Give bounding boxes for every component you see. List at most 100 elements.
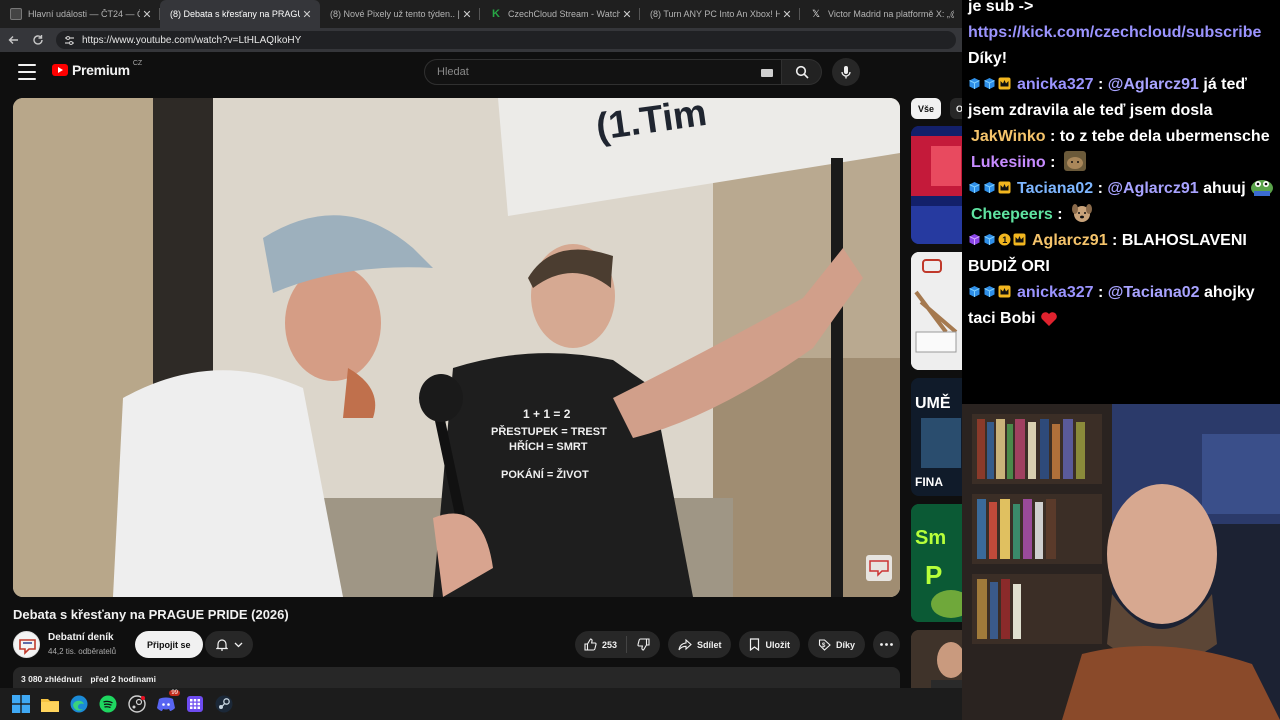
recommended-thumbnail[interactable]	[911, 630, 962, 688]
heart-emote-icon	[1040, 310, 1062, 330]
posted-time: před 2 hodinami	[90, 674, 156, 684]
tab-pixely[interactable]: ▶ (8) Nové Pixely už tento týden.. | P ✕	[320, 0, 480, 28]
chat-username[interactable]: Taciana02	[1017, 180, 1093, 197]
chat-text: Díky!	[968, 50, 1008, 67]
reload-icon[interactable]	[26, 28, 50, 52]
channel-name[interactable]: Debatní deník	[48, 632, 114, 643]
spotify-icon[interactable]	[98, 694, 118, 714]
cube-badge-icon	[983, 229, 996, 245]
coin-badge-icon: 1	[998, 229, 1011, 246]
chat-username[interactable]: JakWinko	[971, 128, 1046, 145]
discord-icon[interactable]: 99	[156, 690, 180, 714]
chip-all[interactable]: Vše	[911, 98, 942, 119]
notifications-button[interactable]	[205, 631, 253, 658]
svg-text:P: P	[925, 560, 942, 590]
calendar-app-icon[interactable]	[185, 694, 205, 714]
chat-mention[interactable]: @Aglarcz91	[1108, 76, 1199, 93]
voice-search-button[interactable]	[832, 58, 860, 86]
back-icon[interactable]	[2, 28, 26, 52]
thanks-button[interactable]: $ Díky	[807, 631, 865, 658]
video-actions: 253 Sdílet Uložit $ Díky	[574, 631, 900, 658]
tab-close-icon[interactable]: ✕	[780, 8, 794, 21]
more-actions-button[interactable]	[873, 631, 900, 658]
chat-mention[interactable]: @Aglarcz91	[1107, 180, 1198, 197]
chevron-down-icon	[234, 642, 242, 647]
windows-start-icon[interactable]	[11, 694, 31, 714]
cube-badge-icon	[968, 281, 981, 297]
chat-line: Taciana02 : @Aglarcz91 ahuuj	[968, 176, 1274, 202]
menu-icon[interactable]	[18, 64, 36, 80]
recommended-thumbnail[interactable]: UMĚ FINA	[911, 378, 962, 496]
chat-mention[interactable]: @Taciana02	[1108, 284, 1200, 301]
more-horizontal-icon	[880, 643, 893, 646]
share-icon	[678, 638, 692, 650]
video-player[interactable]: (1.Tim 1 + 1 = 2 PŘESTUPEK = TREST HŘÍCH…	[13, 98, 900, 597]
steam-icon[interactable]	[214, 694, 234, 714]
url-input[interactable]: https://www.youtube.com/watch?v=LtHLAQIk…	[56, 31, 956, 49]
tab-debata[interactable]: ▶ (8) Debata s křesťany na PRAGUE ✕	[160, 0, 320, 28]
chat-username[interactable]: Cheepeers	[971, 206, 1053, 223]
crown-badge-icon	[998, 73, 1011, 90]
chat-username[interactable]: anicka327	[1017, 76, 1094, 93]
recommended-thumbnail[interactable]	[911, 252, 962, 370]
keyboard-icon[interactable]	[761, 69, 773, 77]
chat-line: anicka327 : @Aglarcz91 já teď jsem zdrav…	[968, 72, 1274, 124]
chat-line: Díky!	[968, 46, 1274, 72]
chat-username[interactable]: Lukesiino	[971, 154, 1046, 171]
chat-messages: je sub -> https://kick.com/czechcloud/sub…	[968, 0, 1274, 332]
recommended-thumbnail[interactable]: Sm P	[911, 504, 962, 622]
cube-badge-icon	[983, 281, 996, 297]
tab-close-icon[interactable]: ✕	[460, 8, 474, 21]
screen: Hlavní události — ČT24 — Česká t ✕ ▶ (8)…	[0, 0, 1280, 720]
youtube-logo[interactable]: Premium CZ	[52, 59, 143, 78]
tab-czechcloud[interactable]: K CzechCloud Stream - Watch Live o ✕	[480, 0, 640, 28]
frog-emote-icon	[1250, 177, 1273, 197]
chip-second[interactable]: O	[950, 98, 962, 119]
shirt-line-3: HŘÍCH = SMRT	[509, 440, 588, 453]
address-bar: https://www.youtube.com/watch?v=LtHLAQIk…	[0, 28, 962, 52]
chat-link[interactable]: https://kick.com/czechcloud/subscribe	[968, 24, 1261, 41]
edge-icon[interactable]	[69, 694, 89, 714]
x-icon: 𝕏	[811, 8, 821, 20]
video-title: Debata s křesťany na PRAGUE PRIDE (2026)	[13, 607, 289, 622]
chat-text: je sub ->	[968, 0, 1034, 15]
recommended-thumbnail[interactable]	[911, 126, 962, 244]
share-label: Sdílet	[696, 639, 722, 650]
bell-icon	[215, 639, 228, 651]
url-text: https://www.youtube.com/watch?v=LtHLAQIk…	[82, 34, 302, 46]
svg-text:1: 1	[1002, 235, 1007, 245]
region-code: CZ	[132, 59, 143, 67]
tab-close-icon[interactable]: ✕	[300, 8, 314, 21]
tab-title: Victor Madrid na platformě X: „@	[828, 9, 954, 19]
tab-ct24[interactable]: Hlavní události — ČT24 — Česká t ✕	[0, 0, 160, 28]
shirt-line-2: PŘESTUPEK = TREST	[491, 425, 607, 438]
tab-close-icon[interactable]: ✕	[140, 8, 154, 21]
cat-emote-icon	[1063, 151, 1086, 171]
chat-line: anicka327 : @Taciana02 ahojky taci Bobi	[968, 280, 1274, 332]
site-settings-icon[interactable]	[64, 34, 76, 46]
share-button[interactable]: Sdílet	[667, 631, 732, 658]
chat-username[interactable]: anicka327	[1017, 284, 1094, 301]
join-button[interactable]: Připojit se	[135, 631, 203, 658]
save-button[interactable]: Uložit	[739, 631, 800, 658]
chat-username[interactable]: Aglarcz91	[1032, 232, 1108, 249]
logo-text: Premium	[72, 62, 130, 78]
streamer-webcam	[962, 404, 1280, 720]
chat-message-text: to z tebe dela ubermensche	[1059, 128, 1270, 145]
tab-title: (8) Debata s křesťany na PRAGUE	[170, 9, 300, 19]
cube-badge-icon	[968, 177, 981, 193]
dislike-button[interactable]	[627, 638, 660, 651]
tab-title: CzechCloud Stream - Watch Live o	[508, 9, 620, 19]
file-explorer-icon[interactable]	[40, 694, 60, 714]
tab-x[interactable]: 𝕏 Victor Madrid na platformě X: „@	[800, 0, 960, 28]
channel-avatar[interactable]	[13, 631, 40, 658]
search-button[interactable]	[782, 59, 822, 85]
tab-xbox[interactable]: ▶ (8) Turn ANY PC Into An Xbox! HU ✕	[640, 0, 800, 28]
search-input[interactable]	[437, 66, 737, 78]
description-box[interactable]: 3 080 zhlédnutí před 2 hodinami	[13, 667, 900, 688]
crown-badge-icon	[1013, 229, 1026, 246]
steam-tray-icon[interactable]	[127, 694, 147, 714]
like-button[interactable]: 253	[575, 636, 627, 653]
tab-close-icon[interactable]: ✕	[620, 8, 634, 21]
thumbs-up-icon	[584, 638, 597, 651]
